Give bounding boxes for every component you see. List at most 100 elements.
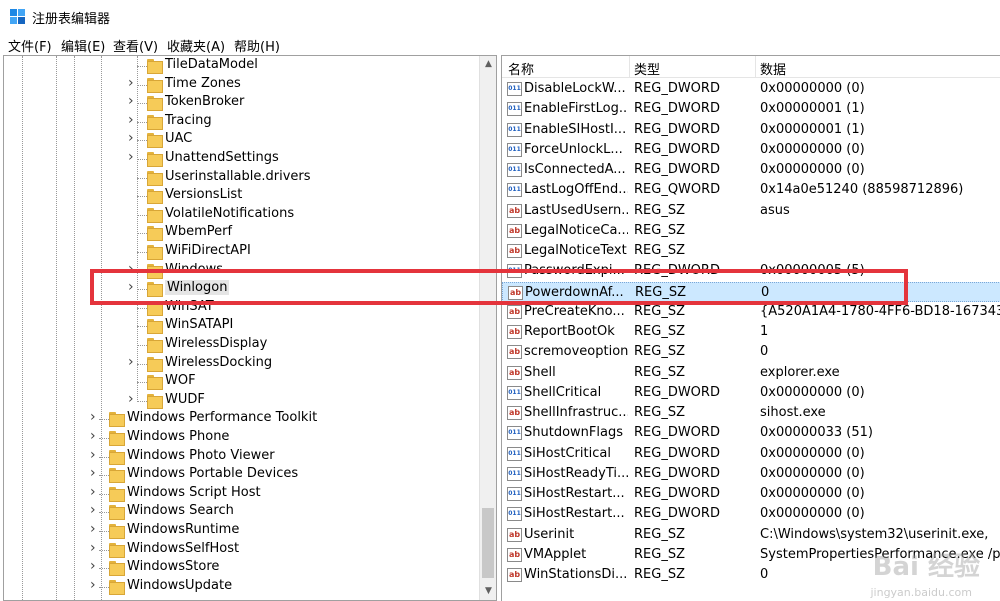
column-divider[interactable] [755, 56, 756, 78]
tree-scrollbar[interactable]: ▲ ▼ [479, 56, 496, 600]
tree-item[interactable]: › WirelessDocking [4, 354, 480, 373]
menu-file[interactable]: 文件(F) [8, 36, 52, 55]
tree-item-label: WiFiDirectAPI [165, 243, 251, 258]
value-row[interactable]: ab Shell REG_SZ explorer.exe [502, 363, 1000, 383]
tree-item[interactable]: › Windows [4, 261, 480, 280]
value-row[interactable]: ab Userinit REG_SZ C:\Windows\system32\user… [502, 525, 1000, 545]
value-row[interactable]: 011 IsConnectedA... REG_DWORD 0x00000000 (0… [502, 160, 1000, 180]
binary-value-icon: 011 [507, 142, 522, 157]
string-value-icon: ab [507, 325, 522, 339]
value-row[interactable]: ab ShellInfrastruc... REG_SZ sihost.exe [502, 403, 1000, 423]
value-row[interactable]: ab PreCreateKno... REG_SZ {A520A1A4-1780-4F… [502, 302, 1000, 322]
value-row[interactable]: ab LastUsedUsern... REG_SZ asus [502, 201, 1000, 221]
value-row[interactable]: ab WinStationsDi... REG_SZ 0 [502, 565, 1000, 585]
value-row[interactable]: 011 ShellCritical REG_DWORD 0x00000000 (0) [502, 383, 1000, 403]
chevron-right-icon[interactable]: › [90, 558, 100, 574]
value-row[interactable]: 011 SiHostRestart... REG_DWORD 0x00000000 (… [502, 484, 1000, 504]
value-row[interactable]: ab ReportBootOk REG_SZ 1 [502, 322, 1000, 342]
tree-item[interactable]: › Winlogon [4, 279, 480, 298]
tree-item[interactable]: › UnattendSettings [4, 149, 480, 168]
chevron-right-icon[interactable]: › [90, 540, 100, 556]
value-row[interactable]: 011 ShutdownFlags REG_DWORD 0x00000033 (51) [502, 423, 1000, 443]
tree-item[interactable]: › WUDF [4, 391, 480, 410]
chevron-right-icon[interactable]: › [90, 521, 100, 537]
tree-item[interactable]: › Windows Search [4, 502, 480, 521]
tree-item[interactable]: › WindowsUpdate [4, 577, 480, 596]
column-divider[interactable] [629, 56, 630, 78]
value-row[interactable]: ab scremoveoption REG_SZ 0 [502, 342, 1000, 362]
menu-favorites[interactable]: 收藏夹(A) [167, 36, 225, 55]
value-row[interactable]: ab LegalNoticeText REG_SZ [502, 241, 1000, 261]
chevron-right-icon[interactable]: › [128, 279, 138, 295]
tree-item[interactable]: › Windows Phone [4, 428, 480, 447]
chevron-right-icon[interactable]: › [128, 75, 138, 91]
chevron-right-icon[interactable]: › [90, 428, 100, 444]
value-data: 0 [760, 344, 769, 360]
value-name: LegalNoticeCa... [524, 222, 628, 238]
tree-item[interactable]: › Time Zones [4, 75, 480, 94]
tree-item[interactable]: › WindowsRuntime [4, 521, 480, 540]
chevron-right-icon[interactable]: › [90, 447, 100, 463]
tree-item[interactable]: WinSATAPI [4, 317, 480, 335]
chevron-right-icon[interactable]: › [128, 112, 138, 128]
tree-connector [99, 512, 109, 514]
value-row[interactable]: ab VMApplet REG_SZ SystemPropertiesPerforma… [502, 545, 1000, 565]
menu-edit[interactable]: 编辑(E) [61, 36, 105, 55]
registry-key-tree[interactable]: TileDataModel › Time Zones › TokenBroker › Tra… [3, 55, 497, 601]
value-row[interactable]: 011 SiHostRestart... REG_DWORD 0x00000000 (… [502, 504, 1000, 524]
tree-item-label: Windows Photo Viewer [127, 447, 275, 463]
value-row[interactable]: 011 SiHostCritical REG_DWORD 0x00000000 (0) [502, 444, 1000, 464]
value-row[interactable]: 011 EnableFirstLog... REG_DWORD 0x00000001 … [502, 99, 1000, 119]
value-row[interactable]: 011 LastLogOffEnd... REG_QWORD 0x14a0e51240… [502, 180, 1000, 200]
tree-item[interactable]: › Tracing [4, 112, 480, 131]
tree-item[interactable]: › WindowsStore [4, 558, 480, 577]
chevron-right-icon[interactable]: › [128, 391, 138, 407]
value-row[interactable]: 011 PasswordExpi... REG_DWORD 0x00000005 (5… [502, 261, 1000, 281]
value-name: EnableFirstLog... [524, 101, 628, 117]
chevron-right-icon[interactable]: › [128, 261, 138, 277]
menu-help[interactable]: 帮助(H) [234, 36, 280, 55]
chevron-right-icon[interactable]: › [90, 577, 100, 593]
column-header-name[interactable]: 名称 [508, 59, 534, 78]
chevron-right-icon[interactable]: › [90, 465, 100, 481]
value-row[interactable]: ab PowerdownAf... REG_SZ 0 [502, 281, 1000, 302]
value-type: REG_DWORD [634, 263, 720, 279]
tree-item[interactable]: › Windows Script Host [4, 484, 480, 503]
tree-item[interactable]: VersionsList [4, 187, 480, 205]
tree-item[interactable]: WbemPerf [4, 224, 480, 242]
column-header-type[interactable]: 类型 [634, 59, 660, 78]
chevron-right-icon[interactable]: › [90, 409, 100, 425]
tree-item[interactable]: TileDataModel [4, 57, 480, 75]
tree-item[interactable]: › UAC [4, 130, 480, 149]
tree-connector [99, 475, 109, 477]
tree-item[interactable]: Userinstallable.drivers [4, 169, 480, 187]
value-row[interactable]: 011 ForceUnlockL... REG_DWORD 0x00000000 (0… [502, 140, 1000, 160]
tree-item[interactable]: WinSAT [4, 299, 480, 317]
tree-item[interactable]: › TokenBroker [4, 93, 480, 112]
scroll-up-icon[interactable]: ▲ [480, 56, 496, 73]
chevron-right-icon[interactable]: › [90, 502, 100, 518]
value-row[interactable]: ab LegalNoticeCa... REG_SZ [502, 221, 1000, 241]
chevron-right-icon[interactable]: › [90, 484, 100, 500]
value-type: REG_SZ [634, 567, 685, 582]
tree-item[interactable]: › Windows Photo Viewer [4, 447, 480, 466]
tree-item[interactable]: › Windows Performance Toolkit [4, 409, 480, 428]
tree-item[interactable]: VolatileNotifications [4, 206, 480, 224]
chevron-right-icon[interactable]: › [128, 93, 138, 109]
value-row[interactable]: 011 DisableLockW... REG_DWORD 0x00000000 (0… [502, 79, 1000, 99]
scroll-down-icon[interactable]: ▼ [480, 583, 496, 600]
chevron-right-icon[interactable]: › [128, 149, 138, 165]
scrollbar-thumb[interactable] [482, 508, 494, 578]
chevron-right-icon[interactable]: › [128, 130, 138, 146]
registry-value-list[interactable]: 名称 类型 数据 011 DisableLockW... REG_DWORD 0x00… [501, 55, 1000, 601]
value-row[interactable]: 011 SiHostReadyTi... REG_DWORD 0x00000000 (… [502, 464, 1000, 484]
tree-item[interactable]: WiFiDirectAPI [4, 243, 480, 261]
column-header-data[interactable]: 数据 [760, 59, 786, 78]
tree-item[interactable]: WirelessDisplay [4, 336, 480, 354]
tree-item[interactable]: › Windows Portable Devices [4, 465, 480, 484]
value-row[interactable]: 011 EnableSIHostI... REG_DWORD 0x00000001 (… [502, 120, 1000, 140]
menu-view[interactable]: 查看(V) [113, 36, 158, 55]
tree-item[interactable]: WOF [4, 373, 480, 391]
tree-item[interactable]: › WindowsSelfHost [4, 540, 480, 559]
chevron-right-icon[interactable]: › [128, 354, 138, 370]
